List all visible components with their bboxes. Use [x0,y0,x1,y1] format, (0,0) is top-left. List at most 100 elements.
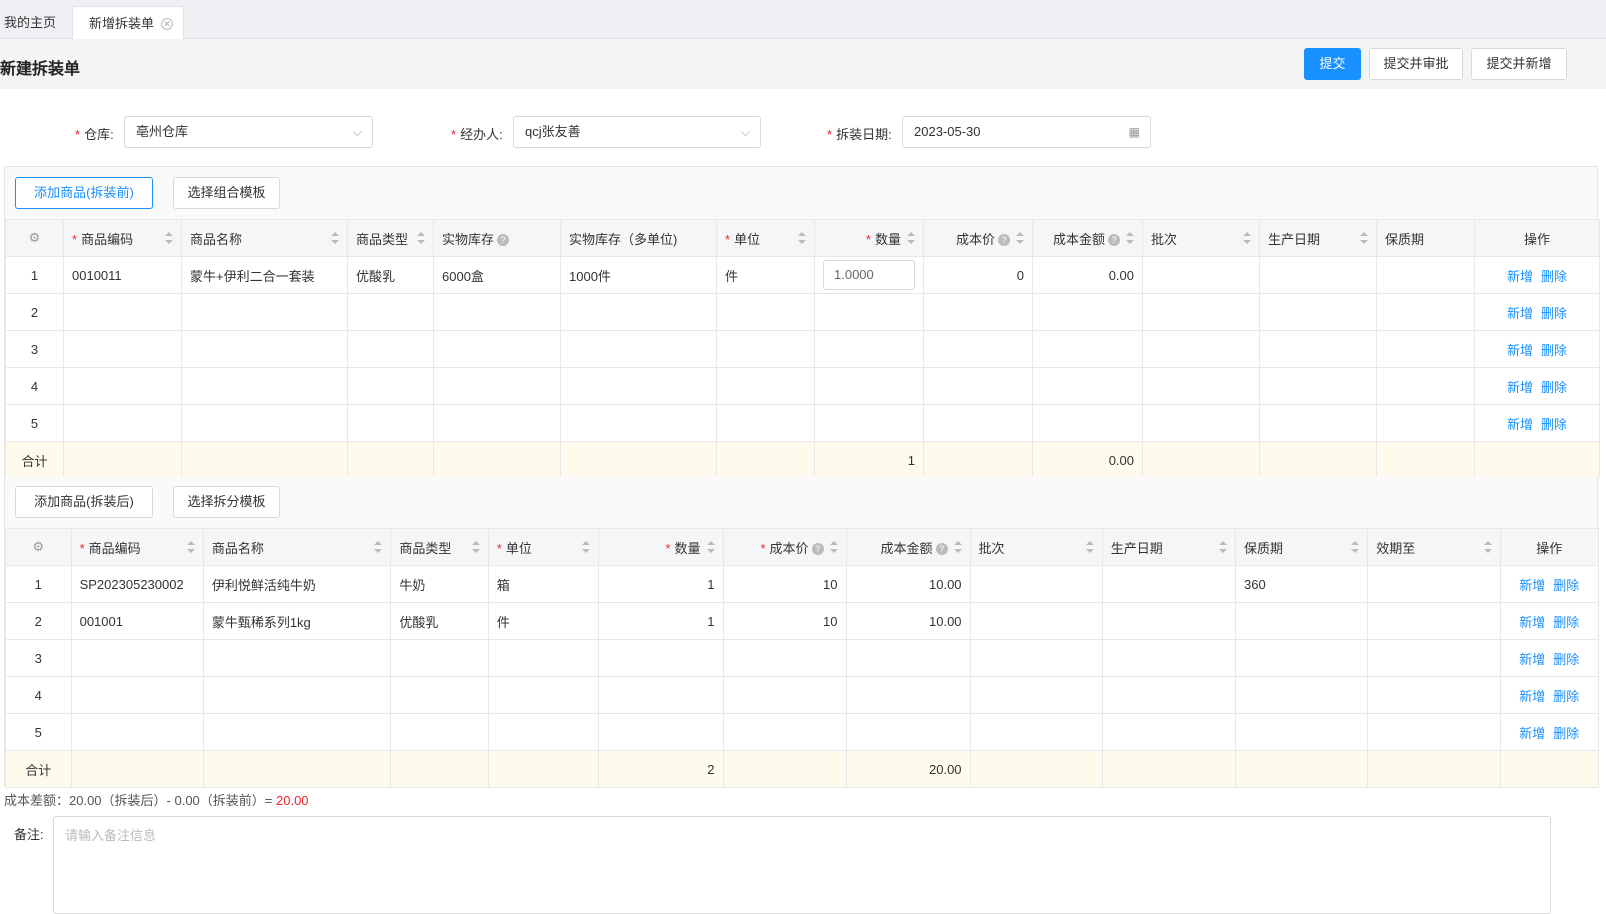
submit-button[interactable]: 提交 [1304,48,1361,80]
row-add-link[interactable]: 新增 [1519,652,1545,667]
column-settings[interactable]: ⚙ [5,528,72,566]
cell-shelf-life[interactable] [1235,639,1369,677]
row-add-link[interactable]: 新增 [1507,417,1533,432]
row-add-link[interactable]: 新增 [1507,343,1533,358]
cell-expiry[interactable] [1367,676,1501,714]
cell-production-date[interactable] [1259,404,1377,442]
col-batch[interactable]: 批次 [969,528,1103,566]
row-delete-link[interactable]: 删除 [1553,689,1579,704]
cell-production-date[interactable] [1101,602,1237,640]
cell-name[interactable]: 蒙牛甄稀系列1kg [202,602,392,640]
cell-code[interactable] [70,639,204,677]
add-product-before-button[interactable]: 添加商品(拆装前) [15,177,153,209]
cell-price[interactable]: 10 [722,565,847,603]
cell-unit[interactable] [716,367,815,405]
cell-expiry[interactable] [1367,713,1501,751]
cell-batch[interactable] [969,565,1103,603]
sort-icon[interactable] [374,541,383,553]
help-icon[interactable]: ? [811,543,824,556]
row-add-link[interactable]: 新增 [1507,380,1533,395]
add-product-after-button[interactable]: 添加商品(拆装后) [15,486,153,518]
cell-qty[interactable] [598,639,724,677]
submit-approve-button[interactable]: 提交并审批 [1369,48,1463,80]
submit-new-button[interactable]: 提交并新增 [1471,48,1567,80]
cell-unit[interactable] [716,293,815,331]
col-code[interactable]: * 商品编码 [70,528,204,566]
gear-icon[interactable]: ⚙ [29,230,41,245]
col-production-date[interactable]: 生产日期 [1259,219,1377,257]
sort-icon[interactable] [907,232,915,244]
cell-production-date[interactable] [1101,565,1237,603]
cell-batch[interactable] [969,602,1103,640]
cell-batch[interactable] [1142,404,1260,442]
handler-select[interactable]: qcj张友善 ⌵ [513,116,761,148]
cell-price[interactable] [722,676,847,714]
cell-shelf-life[interactable]: 360 [1235,565,1369,603]
sort-icon[interactable] [1016,232,1024,244]
cell-code[interactable]: 001001 [70,602,204,640]
row-add-link[interactable]: 新增 [1507,269,1533,284]
cell-code[interactable]: 0010011 [63,256,182,294]
col-name[interactable]: 商品名称 [181,219,348,257]
cell-name[interactable] [181,367,348,405]
col-production-date[interactable]: 生产日期 [1101,528,1237,566]
sort-icon[interactable] [1219,541,1228,553]
warehouse-select[interactable]: 亳州仓库 ⌵ [124,116,373,148]
cell-name[interactable] [202,713,392,751]
row-add-link[interactable]: 新增 [1519,615,1545,630]
cell-name[interactable]: 蒙牛+伊利二合一套装 [181,256,348,294]
col-qty[interactable]: * 数量 [814,219,924,257]
col-shelf-life[interactable]: 保质期 [1235,528,1369,566]
row-delete-link[interactable]: 删除 [1553,726,1579,741]
col-price[interactable]: 成本价? [923,219,1033,257]
sort-icon[interactable] [471,541,480,553]
sort-icon[interactable] [1351,541,1360,553]
sort-icon[interactable] [417,232,425,244]
cell-batch[interactable] [1142,330,1260,368]
sort-icon[interactable] [1483,541,1492,553]
cell-production-date[interactable] [1259,293,1377,331]
col-batch[interactable]: 批次 [1142,219,1260,257]
cell-production-date[interactable] [1101,713,1237,751]
cell-production-date[interactable] [1259,256,1377,294]
cell-expiry[interactable] [1367,602,1501,640]
cell-expiry[interactable] [1367,565,1501,603]
tab-new-disassembly[interactable]: 新增拆装单 ✕ [72,6,184,39]
row-delete-link[interactable]: 删除 [1541,380,1567,395]
sort-icon[interactable] [1085,541,1094,553]
cell-shelf-life[interactable] [1235,713,1369,751]
cell-batch[interactable] [969,676,1103,714]
cell-production-date[interactable] [1259,330,1377,368]
cell-name[interactable] [181,330,348,368]
cell-unit[interactable] [487,639,600,677]
cell-price[interactable]: 10 [722,602,847,640]
sort-icon[interactable] [1126,232,1134,244]
cell-unit[interactable] [487,676,600,714]
cell-code[interactable] [70,713,204,751]
select-split-template-button[interactable]: 选择拆分模板 [173,486,280,518]
cell-qty[interactable] [598,676,724,714]
cell-price[interactable] [722,713,847,751]
cell-batch[interactable] [969,639,1103,677]
col-name[interactable]: 商品名称 [202,528,392,566]
remark-textarea[interactable]: 请输入备注信息 [53,816,1551,914]
cell-expiry[interactable] [1367,639,1501,677]
cell-qty[interactable] [814,330,924,368]
col-expiry[interactable]: 效期至 [1367,528,1501,566]
close-icon[interactable]: ✕ [161,18,173,30]
cell-batch[interactable] [1142,256,1260,294]
cell-code[interactable] [63,404,182,442]
cell-qty[interactable] [814,293,924,331]
col-type[interactable]: 商品类型 [390,528,489,566]
quantity-input[interactable]: 1.0000 [823,260,915,290]
help-icon[interactable]: ? [998,234,1010,247]
gear-icon[interactable]: ⚙ [32,539,44,554]
column-settings[interactable]: ⚙ [5,219,64,257]
cell-code[interactable] [63,293,182,331]
cell-shelf-life[interactable] [1235,602,1369,640]
cell-name[interactable] [202,639,392,677]
col-unit[interactable]: * 单位 [716,219,815,257]
row-delete-link[interactable]: 删除 [1553,615,1579,630]
cell-code[interactable] [63,367,182,405]
row-delete-link[interactable]: 删除 [1553,578,1579,593]
